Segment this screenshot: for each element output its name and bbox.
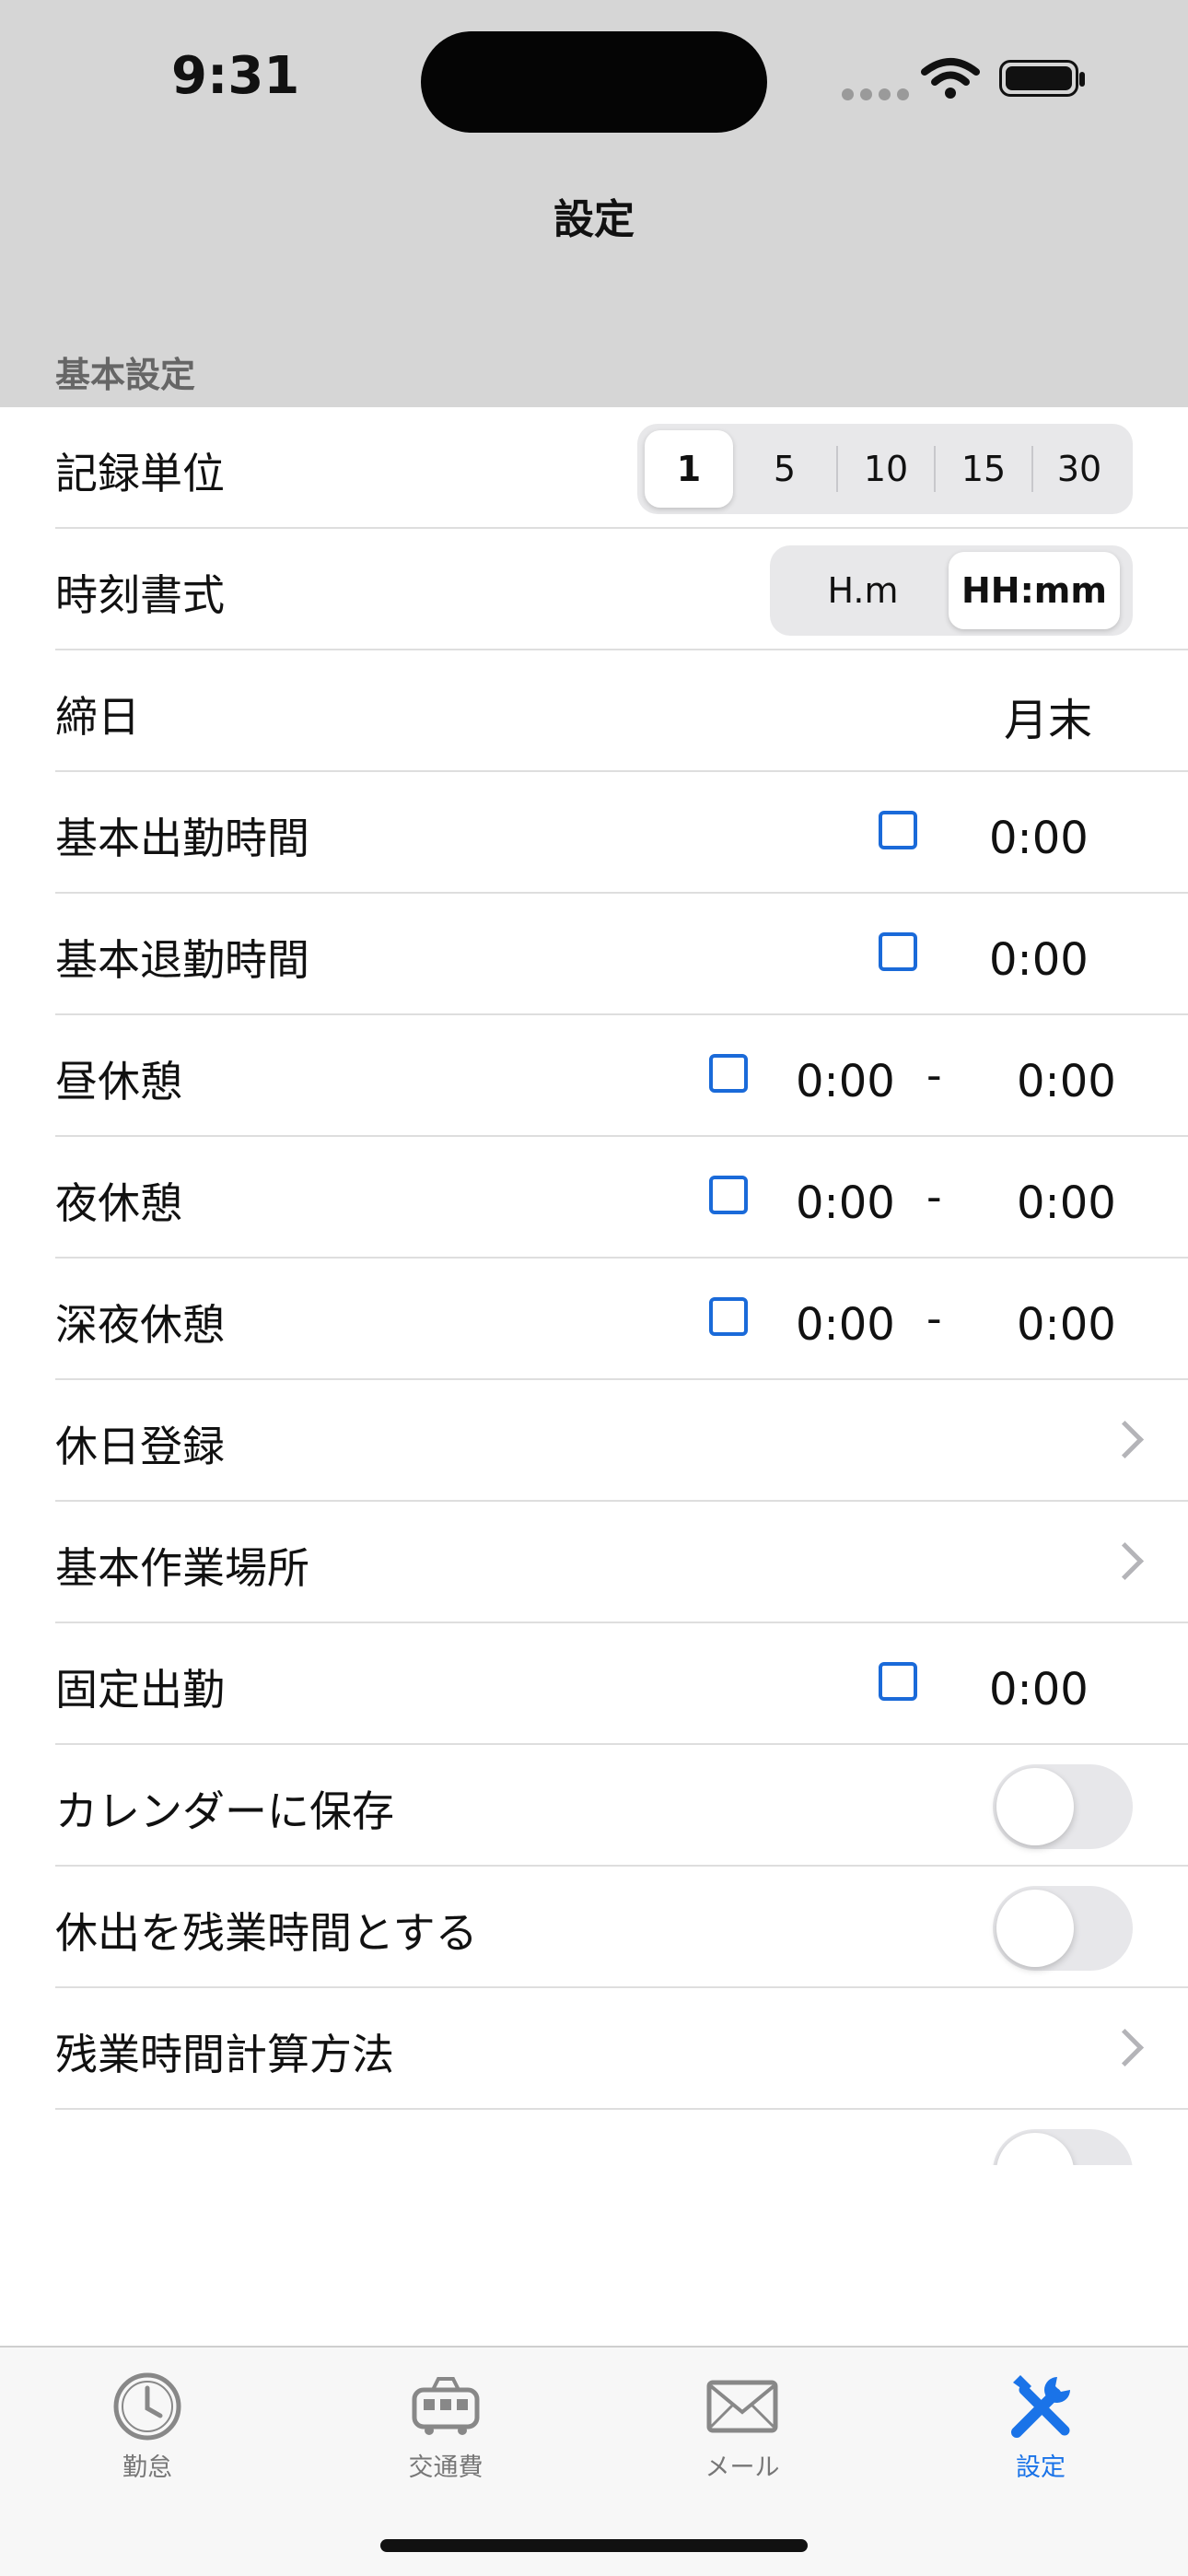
partially-visible-toggle[interactable] [993, 2129, 1133, 2165]
dynamic-island [421, 31, 767, 133]
row-label: 締日 [55, 692, 140, 742]
fixed-attendance-time-value[interactable]: 0:00 [989, 1664, 1089, 1715]
tab-transportation[interactable]: 交通費 [354, 2370, 538, 2483]
tab-mail[interactable]: メール [650, 2370, 834, 2483]
chevron-right-icon [1105, 1420, 1145, 1459]
tab-label: メール [705, 2453, 780, 2482]
night-break-checkbox[interactable] [709, 1176, 748, 1214]
toggle-knob [996, 1890, 1074, 1967]
row-label: カレンダーに保存 [55, 1786, 394, 1836]
tab-settings[interactable]: 設定 [949, 2370, 1133, 2483]
row-record-unit: 記録単位 1 5 10 15 30 [0, 407, 1188, 529]
battery-tip [1079, 72, 1085, 87]
toggle-knob [996, 1768, 1074, 1845]
status-time: 9:31 [171, 46, 300, 106]
toggle-knob [996, 2133, 1074, 2165]
row-label: 休出を残業時間とする [55, 1908, 478, 1958]
row-basic-end-time: 基本退勤時間 0:00 [0, 894, 1188, 1015]
row-time-format: 時刻書式 H.m HH:mm [0, 529, 1188, 650]
row-late-night-break: 深夜休憩 0:00 - 0:00 [0, 1259, 1188, 1380]
basic-end-checkbox[interactable] [879, 932, 917, 971]
section-header: 基本設定 [0, 269, 1188, 407]
late-night-break-checkbox[interactable] [709, 1297, 748, 1336]
row-save-to-calendar: カレンダーに保存 [0, 1745, 1188, 1867]
row-label: 基本出勤時間 [55, 814, 309, 863]
battery-icon [999, 60, 1078, 97]
chevron-right-icon [1105, 1541, 1145, 1581]
segment-5[interactable]: 5 [733, 430, 836, 508]
row-label: 記録単位 [55, 449, 225, 498]
chevron-right-icon [1105, 2028, 1145, 2067]
row-basic-start-time: 基本出勤時間 0:00 [0, 772, 1188, 894]
row-fixed-attendance: 固定出勤 0:00 [0, 1623, 1188, 1745]
section-title: 基本設定 [55, 355, 196, 395]
home-indicator[interactable] [380, 2539, 808, 2552]
holiday-as-overtime-toggle[interactable] [993, 1886, 1133, 1971]
closing-day-value[interactable]: 月末 [1004, 684, 1092, 748]
mail-icon [706, 2380, 778, 2433]
row-label: 基本退勤時間 [55, 935, 309, 985]
row-night-break: 夜休憩 0:00 - 0:00 [0, 1137, 1188, 1259]
row-closing-day[interactable]: 締日 月末 [0, 650, 1188, 772]
segment-30[interactable]: 30 [1033, 430, 1125, 508]
row-label: 深夜休憩 [55, 1300, 225, 1350]
basic-start-checkbox[interactable] [879, 811, 917, 849]
row-label: 残業時間計算方法 [55, 2030, 394, 2079]
row-overtime-calculation[interactable]: 残業時間計算方法 [0, 1988, 1188, 2110]
range-separator: - [926, 1050, 942, 1100]
segment-h-m[interactable]: H.m [777, 552, 949, 629]
segment-15[interactable]: 15 [936, 430, 1031, 508]
train-icon [412, 2377, 480, 2435]
save-to-calendar-toggle[interactable] [993, 1764, 1133, 1849]
row-label: 固定出勤 [55, 1665, 225, 1715]
page-title: 設定 [553, 196, 635, 243]
late-night-break-from[interactable]: 0:00 [796, 1299, 895, 1351]
wifi-icon [921, 58, 980, 99]
tab-attendance[interactable]: 勤怠 [55, 2370, 239, 2483]
navigation-bar: 設定 [0, 149, 1188, 269]
row-basic-workplace[interactable]: 基本作業場所 [0, 1502, 1188, 1623]
record-unit-segmented-control[interactable]: 1 5 10 15 30 [637, 424, 1133, 514]
row-lunch-break: 昼休憩 0:00 - 0:00 [0, 1015, 1188, 1137]
row-label: 基本作業場所 [55, 1543, 309, 1593]
row-label: 時刻書式 [55, 570, 225, 620]
row-label: 夜休憩 [55, 1178, 182, 1228]
signal-icon [842, 87, 915, 104]
segment-10[interactable]: 10 [838, 430, 934, 508]
lunch-break-checkbox[interactable] [709, 1054, 748, 1093]
basic-end-time-value[interactable]: 0:00 [989, 934, 1089, 986]
row-label: 昼休憩 [55, 1057, 182, 1107]
tab-label: 交通費 [408, 2453, 483, 2482]
row-label: 休日登録 [55, 1422, 225, 1471]
range-separator: - [926, 1294, 942, 1343]
range-separator: - [926, 1172, 942, 1222]
row-holiday-registration[interactable]: 休日登録 [0, 1380, 1188, 1502]
lunch-break-from[interactable]: 0:00 [796, 1056, 895, 1107]
settings-list: 記録単位 1 5 10 15 30 時刻書式 H.m HH:mm 締日 月末 基… [0, 407, 1188, 2165]
segment-hh-mm[interactable]: HH:mm [949, 552, 1120, 629]
tab-label: 設定 [1016, 2453, 1066, 2482]
fixed-attendance-checkbox[interactable] [879, 1662, 917, 1701]
lunch-break-to[interactable]: 0:00 [1017, 1056, 1116, 1107]
settings-screen: 9:31 設定 基本設定 記録単位 1 5 10 15 30 時刻書式 H.m … [0, 0, 1188, 2576]
segment-1[interactable]: 1 [645, 430, 733, 508]
time-format-segmented-control[interactable]: H.m HH:mm [770, 545, 1133, 636]
tools-icon [1011, 2375, 1070, 2438]
late-night-break-to[interactable]: 0:00 [1017, 1299, 1116, 1351]
tab-label: 勤怠 [122, 2453, 172, 2482]
night-break-from[interactable]: 0:00 [796, 1177, 895, 1229]
row-partially-visible [0, 2110, 1188, 2165]
basic-start-time-value[interactable]: 0:00 [989, 813, 1089, 864]
night-break-to[interactable]: 0:00 [1017, 1177, 1116, 1229]
status-bar: 9:31 [0, 0, 1188, 149]
row-holiday-as-overtime: 休出を残業時間とする [0, 1867, 1188, 1988]
clock-icon [113, 2372, 181, 2441]
